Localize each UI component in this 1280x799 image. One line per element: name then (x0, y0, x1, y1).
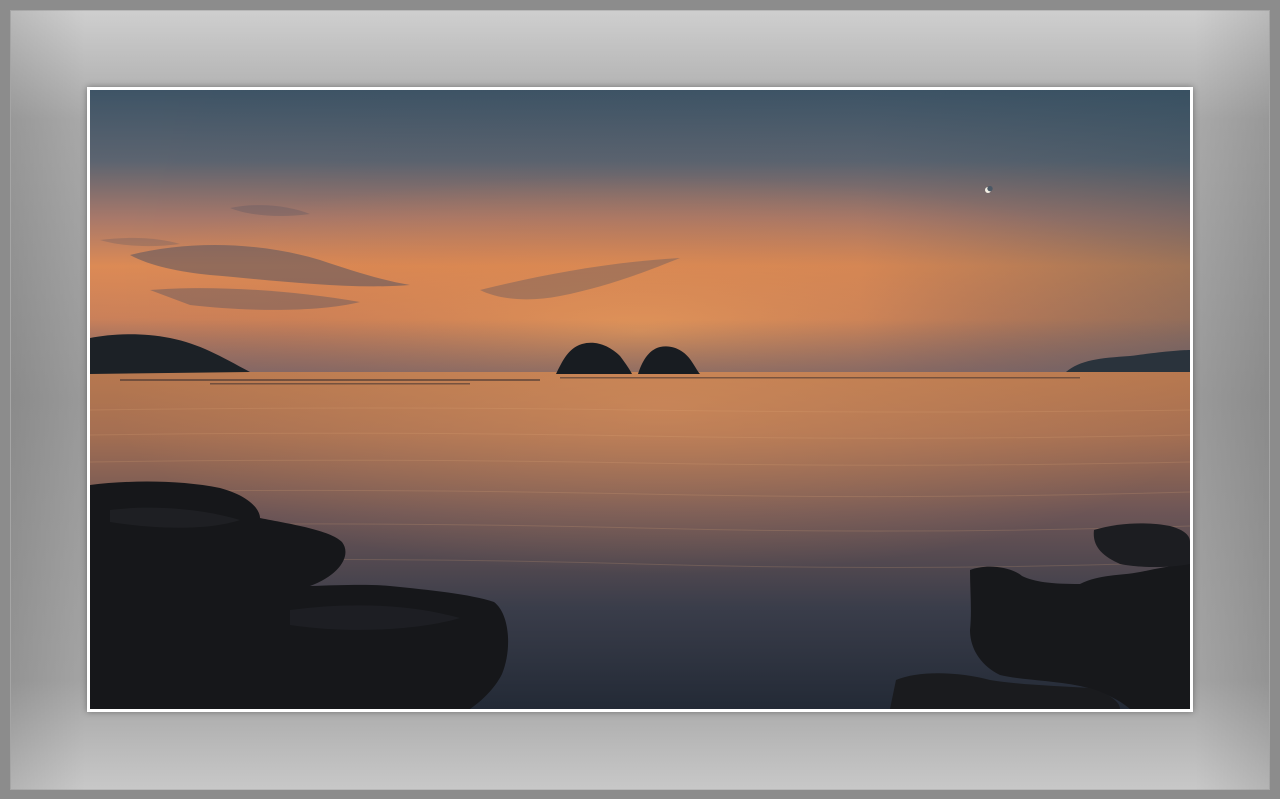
sunset-scene (90, 90, 1190, 709)
sunset-photo (90, 90, 1190, 709)
